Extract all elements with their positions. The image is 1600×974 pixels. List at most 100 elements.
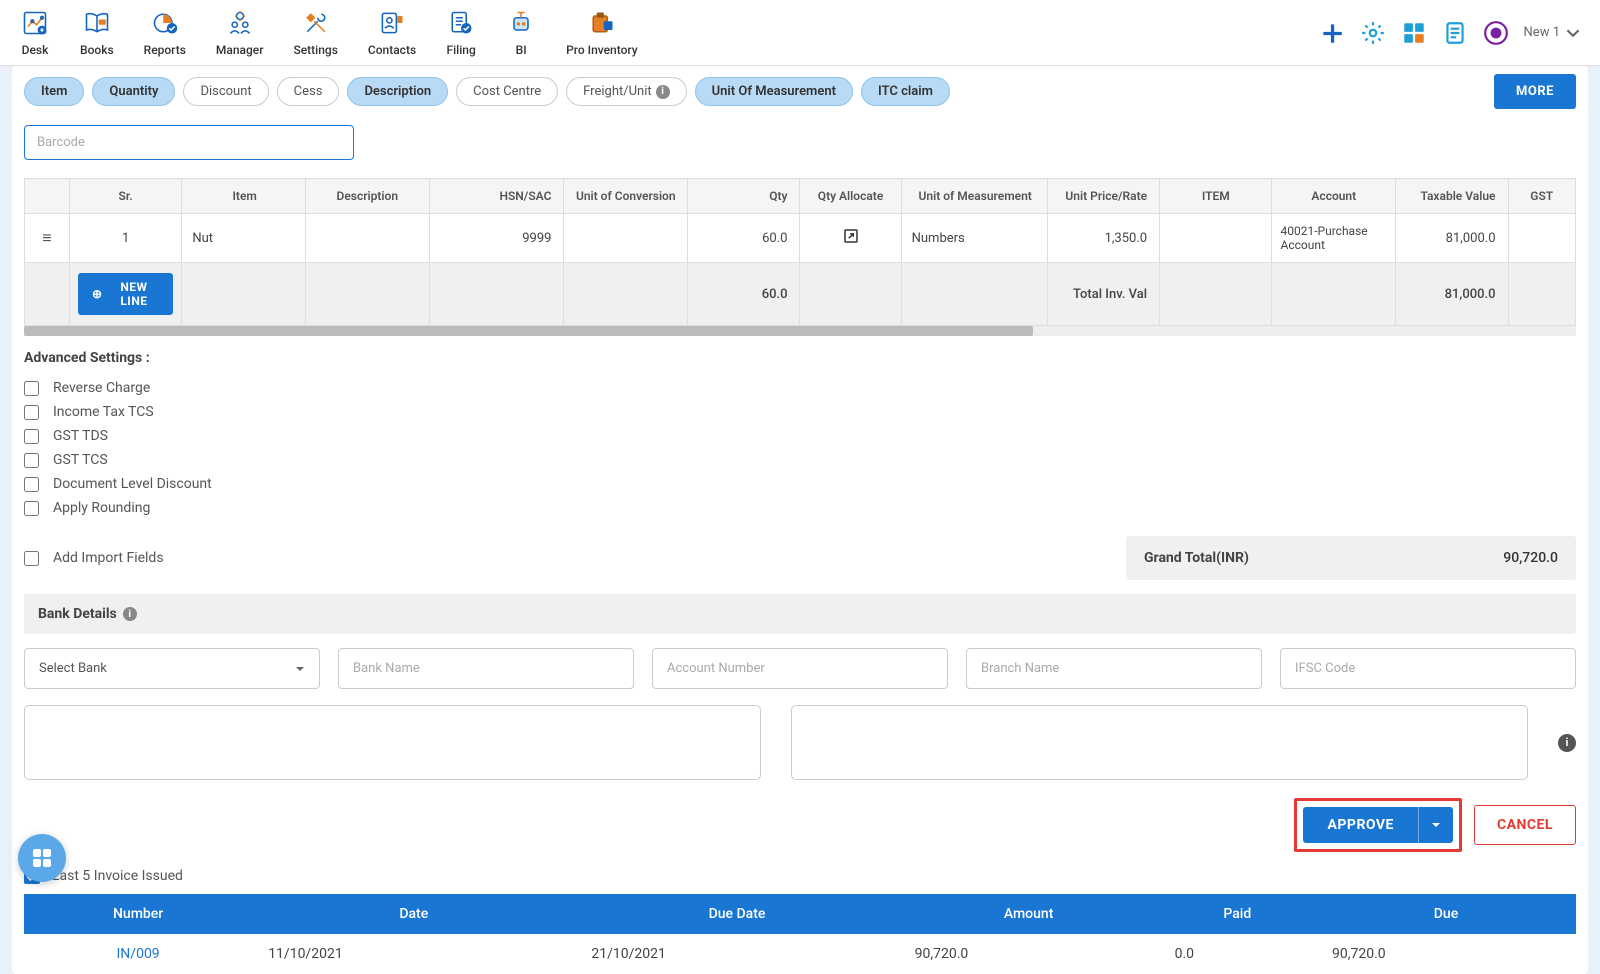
invoice-header-row: Number Date Due Date Amount Paid Due [24, 894, 1576, 934]
fab-button[interactable] [18, 834, 66, 882]
textarea-row: i [24, 705, 1576, 780]
grand-total-value: 90,720.0 [1503, 550, 1558, 566]
notes-textarea-right[interactable] [791, 705, 1528, 780]
th-due-date: Due Date [575, 894, 898, 934]
nav-reports[interactable]: Reports [144, 8, 186, 57]
cell-uom[interactable]: Numbers [901, 214, 1047, 263]
nav-filing[interactable]: Filing [446, 8, 476, 57]
cell-account[interactable]: 40021-Purchase Account [1272, 214, 1396, 263]
drag-handle-icon[interactable]: ≡ [42, 228, 51, 247]
nav-contacts[interactable]: Contacts [368, 8, 416, 57]
users-gear-icon [225, 8, 255, 38]
gst-tds-checkbox[interactable] [24, 429, 39, 444]
invoice-number-link[interactable]: IN/009 [24, 934, 252, 974]
th-drag [25, 179, 70, 214]
last5-section: Last 5 Invoice Issued Number Date Due Da… [24, 868, 1576, 974]
cancel-button[interactable]: CANCEL [1474, 805, 1576, 845]
advanced-settings-section: Advanced Settings : Reverse Charge Incom… [24, 336, 1576, 526]
last5-checkbox-row[interactable]: Last 5 Invoice Issued [24, 868, 1576, 884]
contacts-icon [377, 8, 407, 38]
nav-manager[interactable]: Manager [216, 8, 264, 57]
cell-qty[interactable]: 60.0 [688, 214, 800, 263]
nav-inventory-label: Pro Inventory [566, 43, 638, 57]
checkbox-gst-tcs[interactable]: GST TCS [24, 448, 1576, 472]
bank-details-section: Bank Details i Select Bank i [24, 594, 1576, 780]
checkbox-apply-rounding[interactable]: Apply Rounding [24, 496, 1576, 520]
plus-icon[interactable] [1319, 20, 1345, 46]
th-number: Number [24, 894, 252, 934]
gst-tcs-checkbox[interactable] [24, 453, 39, 468]
cell-uoc[interactable] [564, 214, 688, 263]
caret-down-icon [1431, 820, 1441, 830]
cell-item[interactable]: Nut [182, 214, 306, 263]
nav-books[interactable]: Books [80, 8, 114, 57]
nav-bi-label: BI [516, 43, 527, 57]
cell-itemcol[interactable] [1160, 214, 1272, 263]
pie-icon [150, 8, 180, 38]
chip-uom[interactable]: Unit Of Measurement [695, 77, 853, 106]
th-account: Account [1272, 179, 1396, 214]
horizontal-scrollbar[interactable] [24, 326, 1576, 336]
grand-total-box: Grand Total(INR) 90,720.0 [1126, 536, 1576, 580]
doc-discount-checkbox[interactable] [24, 477, 39, 492]
cell-qty-allocate[interactable] [800, 214, 901, 263]
account-number-input[interactable] [652, 648, 948, 689]
chip-quantity[interactable]: Quantity [92, 77, 175, 106]
gear-icon[interactable] [1360, 20, 1386, 46]
th-qty: Qty [688, 179, 800, 214]
chip-itc[interactable]: ITC claim [861, 77, 950, 106]
new-dropdown[interactable]: New 1 [1524, 25, 1580, 40]
checkbox-income-tax-tcs[interactable]: Income Tax TCS [24, 400, 1576, 424]
th-uom: Unit of Measurement [901, 179, 1047, 214]
info-icon[interactable]: i [123, 607, 137, 621]
nav-settings[interactable]: Settings [293, 8, 337, 57]
cell-taxval: 81,000.0 [1396, 214, 1508, 263]
ifsc-code-input[interactable] [1280, 648, 1576, 689]
cell-description[interactable] [305, 214, 429, 263]
checkbox-import-fields[interactable]: Add Import Fields [24, 546, 769, 570]
action-row: APPROVE CANCEL [24, 798, 1576, 852]
th-sr: Sr. [69, 179, 181, 214]
calculator-icon[interactable] [1401, 20, 1427, 46]
bank-name-input[interactable] [338, 648, 634, 689]
chip-item[interactable]: Item [24, 77, 84, 106]
cell-price[interactable]: 1,350.0 [1047, 214, 1159, 263]
info-icon[interactable]: i [1558, 734, 1576, 752]
chip-description[interactable]: Description [347, 77, 448, 106]
cell-hsn[interactable]: 9999 [429, 214, 564, 263]
select-bank-dropdown[interactable]: Select Bank [24, 648, 320, 689]
approve-button[interactable]: APPROVE [1303, 807, 1417, 843]
checkbox-reverse-charge[interactable]: Reverse Charge [24, 376, 1576, 400]
filing-icon [446, 8, 476, 38]
checkbox-gst-tds[interactable]: GST TDS [24, 424, 1576, 448]
table-row[interactable]: ≡ 1 Nut 9999 60.0 Numbers 1,350.0 40021-… [25, 214, 1576, 263]
column-chips-row: Item Quantity Discount Cess Description … [24, 66, 1576, 117]
invoice-table: Number Date Due Date Amount Paid Due IN/… [24, 894, 1576, 974]
approve-dropdown-button[interactable] [1418, 807, 1453, 843]
chip-discount[interactable]: Discount [183, 77, 268, 106]
th-uoc: Unit of Conversion [564, 179, 688, 214]
chip-cess[interactable]: Cess [277, 77, 340, 106]
apply-rounding-checkbox[interactable] [24, 501, 39, 516]
import-fields-checkbox[interactable] [24, 551, 39, 566]
barcode-input[interactable] [24, 125, 354, 160]
invoice-row[interactable]: IN/009 11/10/2021 21/10/2021 90,720.0 0.… [24, 934, 1576, 974]
nav-inventory[interactable]: Pro Inventory [566, 8, 638, 57]
reverse-charge-checkbox[interactable] [24, 381, 39, 396]
th-gst: GST [1508, 179, 1576, 214]
nav-desk[interactable]: Desk [20, 8, 50, 57]
chip-cost-centre[interactable]: Cost Centre [456, 77, 558, 106]
income-tax-tcs-checkbox[interactable] [24, 405, 39, 420]
th-hsn: HSN/SAC [429, 179, 564, 214]
nav-bi[interactable]: BI [506, 8, 536, 57]
notes-textarea-left[interactable] [24, 705, 761, 780]
badge-icon[interactable] [1483, 20, 1509, 46]
cell-gst[interactable] [1508, 214, 1576, 263]
bank-inputs-row: Select Bank [24, 648, 1576, 689]
branch-name-input[interactable] [966, 648, 1262, 689]
clipboard-icon[interactable] [1442, 20, 1468, 46]
chip-freight[interactable]: Freight/Uniti [566, 77, 686, 106]
more-button[interactable]: MORE [1494, 74, 1576, 109]
new-line-button[interactable]: ⊕NEW LINE [78, 273, 173, 315]
checkbox-doc-discount[interactable]: Document Level Discount [24, 472, 1576, 496]
